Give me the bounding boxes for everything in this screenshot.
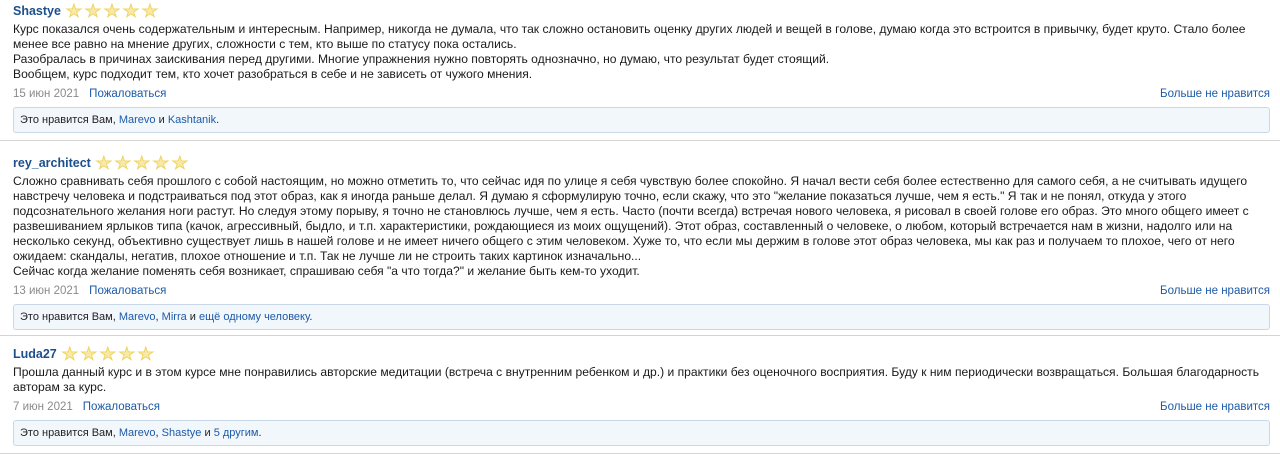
review-author-link[interactable]: rey_architect [13,156,91,170]
liker-link[interactable]: Shastye [162,427,202,439]
star-icon [141,2,159,18]
more-likers-link[interactable]: ещё одному человеку [199,311,309,323]
review-header: Shastye [13,0,1270,22]
likes-separator: и [155,114,168,126]
review-meta: 13 июн 2021 Пожаловаться Больше не нрави… [13,282,1270,300]
review-paragraph: Вообщем, курс подходит тем, кто хочет ра… [13,67,533,81]
likes-box: Это нравится Вам, Marevo и Kashtanik. [13,107,1270,133]
review-text: Сложно сравнивать себя прошлого с собой … [13,174,1270,279]
review-author-link[interactable]: Shastye [13,4,61,18]
unlike-link[interactable]: Больше не нравится [1160,285,1270,297]
star-icon [103,2,121,18]
review-header: rey_architect [13,152,1270,174]
review-meta: 15 июн 2021 Пожаловаться Больше не нрави… [13,85,1270,103]
liker-link[interactable]: Kashtanik [168,114,216,126]
star-icon [122,2,140,18]
rating-stars [61,345,156,363]
star-icon [95,154,113,170]
review-paragraph: Сейчас когда желание поменять себя возни… [13,264,640,278]
star-icon [65,2,83,18]
liker-link[interactable]: Mirra [162,311,187,323]
review-date: 13 июн 2021 [13,285,80,297]
report-link[interactable]: Пожаловаться [89,285,166,297]
review-text: Курс показался очень содержательным и ин… [13,22,1270,82]
likes-separator: и [186,311,199,323]
likes-suffix: . [258,427,262,439]
star-icon [133,154,151,170]
star-icon [114,154,132,170]
review-paragraph: Разобралась в причинах заискивания перед… [13,52,830,66]
unlike-link[interactable]: Больше не нравится [1160,88,1270,100]
likes-separator: и [201,427,214,439]
review-paragraph: Сложно сравнивать себя прошлого с собой … [13,174,1249,263]
unlike-link[interactable]: Больше не нравится [1160,401,1270,413]
likes-prefix: Это нравится Вам, [20,427,119,439]
review-paragraph: Курс показался очень содержательным и ин… [13,22,1246,51]
liker-link[interactable]: Marevo [119,114,156,126]
more-likers-link[interactable]: 5 другим [214,427,259,439]
star-icon [84,2,102,18]
likes-prefix: Это нравится Вам, [20,114,119,126]
review: rey_architect Сложно сравнивать себя про… [0,141,1280,336]
review-header: Luda27 [13,343,1270,365]
likes-box: Это нравится Вам, Marevo, Shastye и 5 др… [13,420,1270,446]
review-date: 15 июн 2021 [13,88,80,100]
report-link[interactable]: Пожаловаться [83,401,160,413]
review-meta: 7 июн 2021 Пожаловаться Больше не нравит… [13,398,1270,416]
liker-link[interactable]: Marevo [119,427,156,439]
likes-suffix: . [216,114,220,126]
star-icon [118,345,136,361]
likes-box: Это нравится Вам, Marevo, Mirra и ещё од… [13,304,1270,330]
rating-stars [65,2,160,20]
review: Shastye Курс показался очень содержатель… [0,0,1280,141]
review-author-link[interactable]: Luda27 [13,347,57,361]
star-icon [61,345,79,361]
star-icon [171,154,189,170]
review-text: Прошла данный курс и в этом курсе мне по… [13,365,1270,395]
likes-prefix: Это нравится Вам, [20,311,119,323]
likes-suffix: . [309,311,313,323]
review-date: 7 июн 2021 [13,401,73,413]
report-link[interactable]: Пожаловаться [89,88,166,100]
review-paragraph: Прошла данный курс и в этом курсе мне по… [13,365,1259,394]
star-icon [152,154,170,170]
review: Luda27 Прошла данный курс и в этом курсе… [0,336,1280,454]
liker-link[interactable]: Marevo [119,311,156,323]
star-icon [80,345,98,361]
star-icon [137,345,155,361]
star-icon [99,345,117,361]
rating-stars [95,154,190,172]
